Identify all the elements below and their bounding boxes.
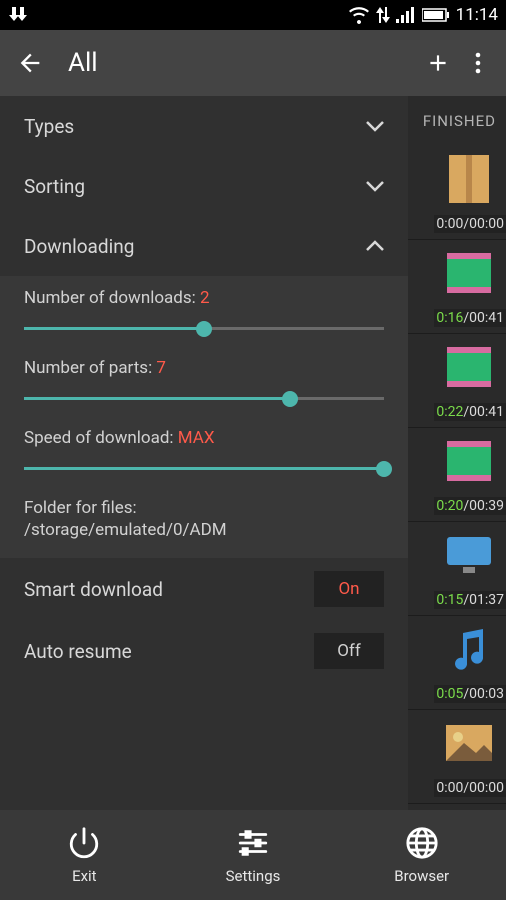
back-button[interactable] <box>16 49 44 77</box>
speed-label: Speed of download: MAX <box>24 428 384 448</box>
nav-settings-label: Settings <box>226 867 281 885</box>
power-icon <box>66 825 102 861</box>
toolbar: All <box>0 30 506 96</box>
nav-browser-label: Browser <box>394 867 449 885</box>
smart-download-toggle[interactable]: On <box>314 571 384 607</box>
num-downloads-slider[interactable] <box>24 320 384 338</box>
globe-icon <box>404 825 440 861</box>
video-icon <box>444 342 494 392</box>
section-sorting[interactable]: Sorting <box>0 156 408 216</box>
wifi-icon <box>348 6 370 24</box>
add-button[interactable] <box>418 43 458 83</box>
chevron-down-icon <box>366 180 384 192</box>
time-label: 0:15/01:37 <box>434 591 506 609</box>
smart-download-label: Smart download <box>24 578 163 601</box>
zip-icon <box>444 154 494 204</box>
page-title: All <box>68 48 418 78</box>
overflow-menu-button[interactable] <box>458 43 498 83</box>
status-bar: 11:14 <box>0 0 506 30</box>
bottom-nav: Exit Settings Browser <box>0 810 506 900</box>
download-arrows-icon <box>8 5 28 25</box>
time-label: 0:05/00:03 <box>434 685 506 703</box>
signal-icon <box>396 7 416 23</box>
sliders-icon <box>235 825 271 861</box>
nav-exit-label: Exit <box>72 867 97 885</box>
num-parts-label: Number of parts: 7 <box>24 358 384 378</box>
nav-exit[interactable]: Exit <box>0 810 169 900</box>
auto-resume-label: Auto resume <box>24 640 132 663</box>
section-downloading-label: Downloading <box>24 235 134 258</box>
section-types-label: Types <box>24 115 74 138</box>
folder-path[interactable]: /storage/emulated/0/ADM <box>24 520 384 540</box>
nav-browser[interactable]: Browser <box>337 810 506 900</box>
section-types[interactable]: Types <box>0 96 408 156</box>
time-label: 0:16/00:41 <box>434 309 506 327</box>
downloading-settings: Number of downloads: 2 Number of parts: … <box>0 276 408 558</box>
settings-panel: Types Sorting Downloading Number of down… <box>0 96 408 810</box>
speed-slider[interactable] <box>24 460 384 478</box>
time-label: 0:00/00:00 <box>434 215 506 233</box>
auto-resume-toggle[interactable]: Off <box>314 633 384 669</box>
folder-label: Folder for files: <box>24 498 384 518</box>
monitor-icon <box>444 530 494 580</box>
section-downloading[interactable]: Downloading <box>0 216 408 276</box>
image-icon <box>444 718 494 768</box>
status-time: 11:14 <box>456 5 498 25</box>
num-parts-slider[interactable] <box>24 390 384 408</box>
video-icon <box>444 248 494 298</box>
time-label: 0:20/00:39 <box>434 497 506 515</box>
time-label: 0:22/00:41 <box>434 403 506 421</box>
num-downloads-label: Number of downloads: 2 <box>24 288 384 308</box>
music-icon <box>444 624 494 674</box>
chevron-down-icon <box>366 120 384 132</box>
auto-resume-row[interactable]: Auto resume Off <box>0 620 408 682</box>
data-arrows-icon <box>376 7 390 23</box>
nav-settings[interactable]: Settings <box>169 810 338 900</box>
smart-download-row[interactable]: Smart download On <box>0 558 408 620</box>
section-sorting-label: Sorting <box>24 175 85 198</box>
chevron-up-icon <box>366 240 384 252</box>
video-icon <box>444 436 494 486</box>
time-label: 0:00/00:00 <box>434 779 506 797</box>
battery-icon <box>422 8 450 22</box>
